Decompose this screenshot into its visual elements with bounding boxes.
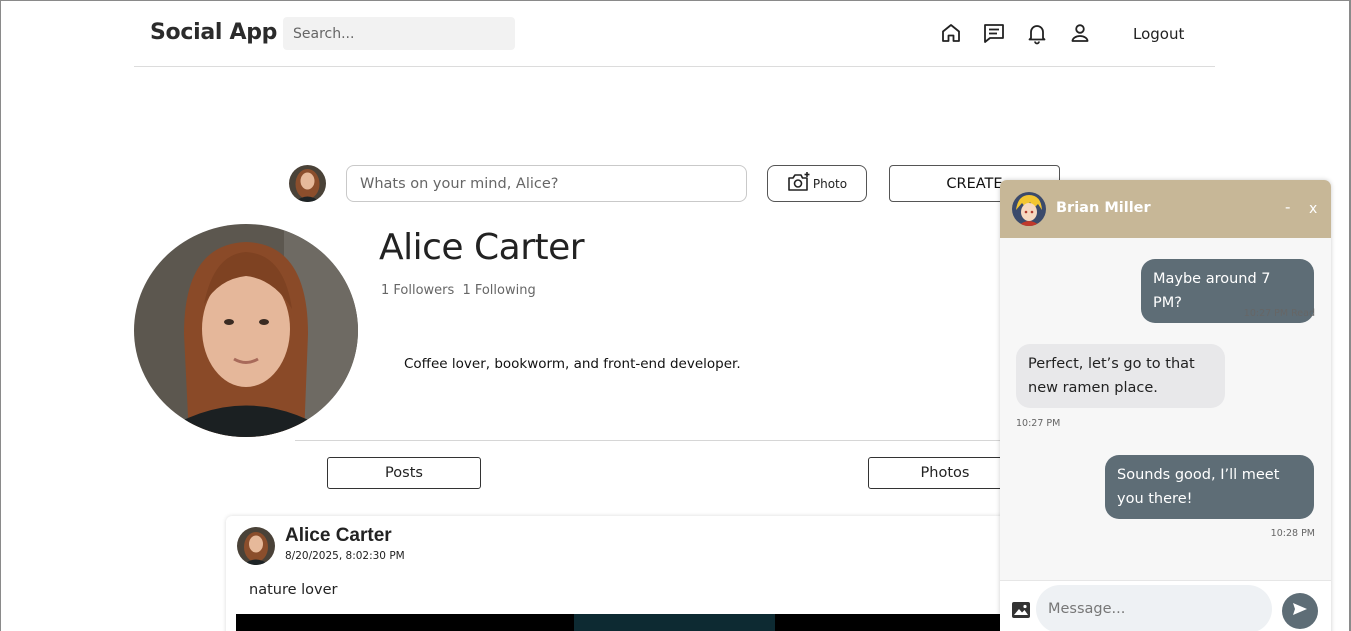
user-icon[interactable]	[1068, 21, 1092, 45]
camera-icon	[787, 171, 811, 196]
follow-stats: 1 Followers 1 Following	[381, 283, 540, 298]
navbar: Social App Logout	[134, 1, 1215, 67]
chat-message-sent: Sounds good, I’ll meet you there!	[1105, 455, 1314, 519]
divider	[295, 440, 1015, 441]
bell-icon[interactable]	[1025, 21, 1049, 45]
chat-message-meta: 10:28 PM	[1270, 528, 1315, 539]
chat-message-meta: 10:27 PM Read	[1243, 308, 1315, 319]
brand-logo[interactable]: Social App	[150, 20, 277, 45]
post-text: nature lover	[249, 582, 338, 598]
chat-message-received: Perfect, let’s go to that new ramen plac…	[1016, 344, 1225, 408]
chat-message-meta: 10:27 PM	[1016, 418, 1061, 429]
profile-name: Alice Carter	[379, 227, 585, 268]
add-photo-button[interactable]: Photo	[767, 165, 867, 202]
tab-photos[interactable]: Photos	[868, 457, 1022, 489]
post-card: Alice Carter 8/20/2025, 8:02:30 PM natur…	[226, 516, 1016, 631]
post-author-avatar[interactable]	[237, 527, 275, 565]
image-upload-icon[interactable]	[1011, 600, 1031, 620]
send-icon	[1292, 601, 1308, 621]
chat-contact-name: Brian Miller	[1056, 200, 1151, 216]
send-button[interactable]	[1282, 593, 1318, 629]
following-count[interactable]: 1 Following	[462, 283, 535, 298]
tab-posts[interactable]: Posts	[327, 457, 481, 489]
logout-button[interactable]: Logout	[1133, 25, 1184, 43]
chat-footer	[1000, 580, 1331, 631]
chat-message-input[interactable]	[1036, 585, 1272, 631]
add-photo-label: Photo	[812, 176, 848, 191]
messages-icon[interactable]	[982, 21, 1006, 45]
chat-header[interactable]: Brian Miller - x	[1000, 180, 1331, 238]
composer-input[interactable]	[346, 165, 747, 202]
home-icon[interactable]	[939, 21, 963, 45]
post-author-name[interactable]: Alice Carter	[285, 525, 392, 547]
profile-bio: Coffee lover, bookworm, and front-end de…	[404, 356, 741, 372]
chat-close-button[interactable]: x	[1309, 201, 1317, 217]
chat-window: Brian Miller - x Maybe around 7 PM? 10:2…	[1000, 180, 1331, 631]
post-image[interactable]	[236, 614, 1016, 631]
chat-minimize-button[interactable]: -	[1285, 198, 1290, 216]
search-input[interactable]	[283, 17, 515, 50]
chat-contact-avatar	[1012, 192, 1046, 226]
composer-avatar	[289, 165, 326, 202]
followers-count[interactable]: 1 Followers	[381, 283, 454, 298]
post-timestamp: 8/20/2025, 8:02:30 PM	[285, 550, 405, 562]
profile-avatar	[134, 224, 358, 437]
